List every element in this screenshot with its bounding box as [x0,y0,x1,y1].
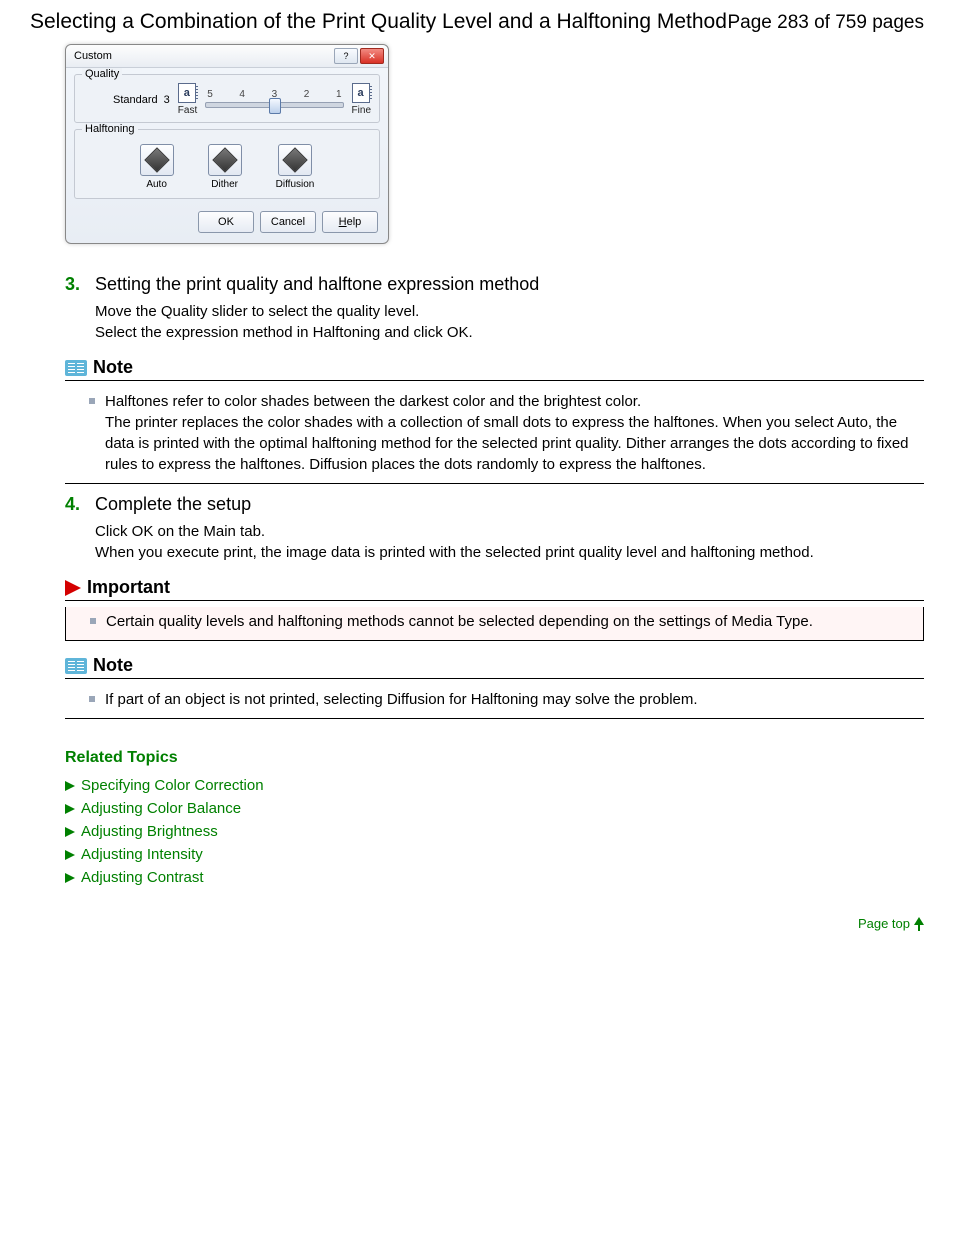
step-title: Setting the print quality and halftone e… [95,274,539,295]
standard-label: Standard [113,94,158,106]
custom-dialog: Custom ? ✕ Quality Standard 3 a Fast 5 [65,44,389,244]
halftone-auto-button[interactable] [140,144,174,176]
page-indicator: Page 283 of 759 pages [727,12,924,34]
page-top-link[interactable]: Page top [65,916,924,931]
important-text: Certain quality levels and halftoning me… [106,611,813,632]
halftone-diffusion-button[interactable] [278,144,312,176]
cancel-button[interactable]: Cancel [260,211,316,233]
note-title: Note [93,655,133,676]
help-button[interactable]: Help [322,211,378,233]
arrow-icon [65,873,75,883]
step-number: 4. [65,494,83,515]
step-4: 4. Complete the setup [65,494,924,515]
step-title: Complete the setup [95,494,251,515]
important-flag-icon [65,580,81,596]
note-icon [65,658,87,674]
halftone-label: Auto [146,179,167,190]
arrow-icon [65,850,75,860]
window-controls: ? ✕ [334,48,384,64]
up-arrow-icon [914,917,924,925]
arrow-icon [65,781,75,791]
halftoning-group: Halftoning Auto Dither Diffusion [74,129,380,199]
arrow-icon [65,827,75,837]
related-link-item[interactable]: Specifying Color Correction [65,777,924,794]
step-body: Click OK on the Main tab. When you execu… [95,521,924,563]
fast-label: Fast [178,105,197,116]
page-title: Selecting a Combination of the Print Qua… [30,10,727,34]
fast-quality-icon: a [178,83,196,103]
related-link-item[interactable]: Adjusting Color Balance [65,800,924,817]
quality-group-label: Quality [82,68,122,80]
note-icon [65,360,87,376]
cube-icon [144,147,169,172]
tick: 1 [336,89,342,100]
fine-label: Fine [352,105,371,116]
step-3: 3. Setting the print quality and halfton… [65,274,924,295]
tick: 2 [304,89,310,100]
related-link: Adjusting Color Balance [81,800,241,817]
related-topics-title: Related Topics [65,749,924,767]
halftone-dither-button[interactable] [208,144,242,176]
ok-button[interactable]: OK [198,211,254,233]
standard-value: 3 [164,94,170,106]
related-topics-list: Specifying Color Correction Adjusting Co… [65,777,924,886]
dialog-title: Custom [74,50,112,62]
halftoning-group-label: Halftoning [82,123,138,135]
note-text: If part of an object is not printed, sel… [105,689,698,710]
important-callout: Important Certain quality levels and hal… [65,577,924,641]
fine-quality-icon: a [352,83,370,103]
bullet-icon [89,398,95,404]
bullet-icon [90,618,96,624]
tick: 5 [207,89,213,100]
close-window-button[interactable]: ✕ [360,48,384,64]
note-callout: Note If part of an object is not printed… [65,655,924,719]
quality-slider[interactable]: 5 4 3 2 1 [205,89,343,110]
note-text: Halftones refer to color shades between … [105,391,918,475]
help-window-button[interactable]: ? [334,48,358,64]
tick: 4 [239,89,245,100]
slider-thumb[interactable] [269,98,281,114]
related-link: Adjusting Brightness [81,823,218,840]
quality-group: Quality Standard 3 a Fast 5 4 3 2 1 [74,74,380,123]
related-link: Adjusting Intensity [81,846,203,863]
related-link-item[interactable]: Adjusting Intensity [65,846,924,863]
cube-icon [282,147,307,172]
cube-icon [212,147,237,172]
important-title: Important [87,577,170,598]
page-header: Selecting a Combination of the Print Qua… [30,10,924,34]
arrow-icon [65,804,75,814]
related-link-item[interactable]: Adjusting Brightness [65,823,924,840]
note-callout: Note Halftones refer to color shades bet… [65,357,924,484]
halftone-label: Diffusion [276,179,315,190]
related-link: Adjusting Contrast [81,869,204,886]
halftone-label: Dither [211,179,238,190]
related-link-item[interactable]: Adjusting Contrast [65,869,924,886]
related-link: Specifying Color Correction [81,777,264,794]
step-body: Move the Quality slider to select the qu… [95,301,924,343]
bullet-icon [89,696,95,702]
dialog-titlebar: Custom ? ✕ [66,45,388,68]
note-title: Note [93,357,133,378]
page-top-label: Page top [858,916,910,931]
step-number: 3. [65,274,83,295]
